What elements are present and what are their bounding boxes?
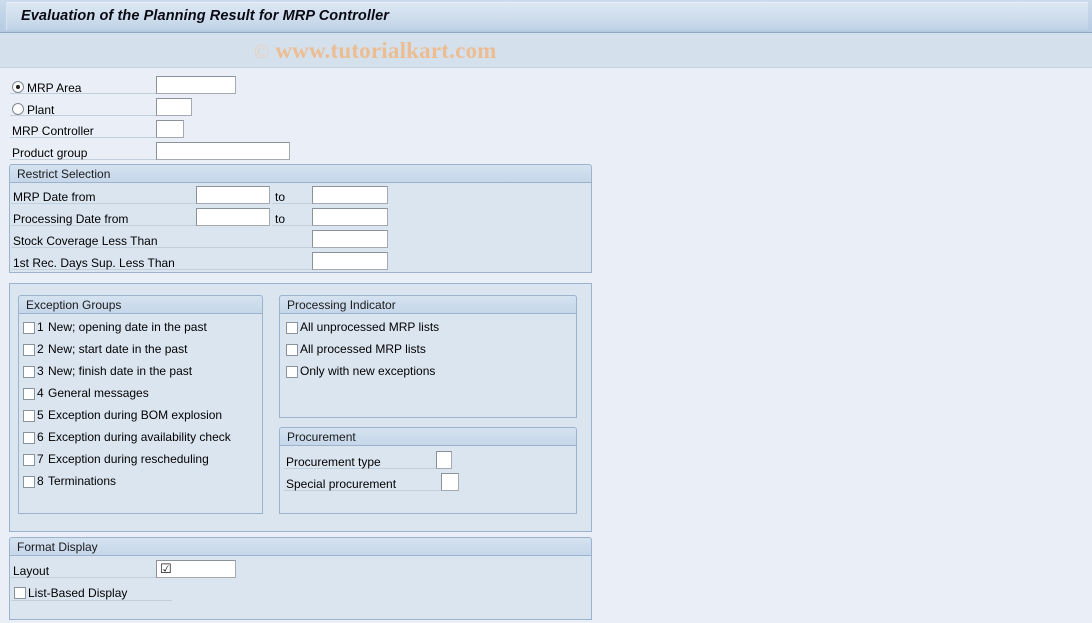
exception-5-label: Exception during BOM explosion: [48, 408, 223, 422]
exception-7-number: 7: [37, 452, 44, 466]
plant-label: Plant: [27, 103, 55, 117]
mrp-controller-label: MRP Controller: [12, 124, 94, 138]
checkbox-only-with-new-exceptions[interactable]: [286, 366, 298, 378]
all-unprocessed-mrp-lists-label: All unprocessed MRP lists: [300, 320, 440, 334]
mrp-date-from-label: MRP Date from: [13, 190, 96, 204]
radio-plant[interactable]: [12, 103, 24, 115]
exception-groups-header: Exception Groups: [18, 295, 263, 314]
plant-input[interactable]: [156, 98, 192, 116]
exception-5-number: 5: [37, 408, 44, 422]
window-title-bar: Evaluation of the Planning Result for MR…: [0, 0, 1092, 33]
watermark-text: © www.tutorialkart.com: [254, 38, 497, 64]
mrp-controller-input[interactable]: [156, 120, 184, 138]
mrp-date-to-input[interactable]: [312, 186, 388, 204]
processing-date-from-label: Processing Date from: [13, 212, 129, 226]
processing-indicator-title: Processing Indicator: [287, 298, 396, 312]
procurement-type-label: Procurement type: [286, 455, 381, 469]
only-with-new-exceptions-label: Only with new exceptions: [300, 364, 436, 378]
exception-8-label: Terminations: [48, 474, 117, 488]
restrict-selection-header: Restrict Selection: [9, 164, 592, 183]
checkbox-all-processed-mrp-lists[interactable]: [286, 344, 298, 356]
mrp-area-label: MRP Area: [27, 81, 82, 95]
mrp-date-from-input[interactable]: [196, 186, 270, 204]
exception-4-label: General messages: [48, 386, 149, 400]
special-procurement-label: Special procurement: [286, 477, 397, 491]
copyright-symbol: ©: [254, 41, 270, 63]
checkbox-exception-8[interactable]: [23, 476, 35, 488]
exception-groups-title: Exception Groups: [26, 298, 122, 312]
watermark-url: www.tutorialkart.com: [275, 38, 497, 63]
checkbox-exception-5[interactable]: [23, 410, 35, 422]
checkbox-exception-1[interactable]: [23, 322, 35, 334]
exception-2-number: 2: [37, 342, 44, 356]
mrp-date-to-label: to: [275, 190, 286, 204]
exception-1-number: 1: [37, 320, 44, 334]
checkbox-list-based-display[interactable]: [14, 587, 26, 599]
processing-date-to-input[interactable]: [312, 208, 388, 226]
all-processed-mrp-lists-label: All processed MRP lists: [300, 342, 426, 356]
exception-3-number: 3: [37, 364, 44, 378]
page-title: Evaluation of the Planning Result for MR…: [21, 8, 389, 24]
restrict-selection-title: Restrict Selection: [17, 167, 111, 181]
stock-coverage-input[interactable]: [312, 230, 388, 248]
processing-indicator-header: Processing Indicator: [279, 295, 577, 314]
checkbox-all-unprocessed-mrp-lists[interactable]: [286, 322, 298, 334]
checkbox-exception-6[interactable]: [23, 432, 35, 444]
checkbox-checked-icon: ☑: [160, 562, 172, 577]
first-rec-days-label: 1st Rec. Days Sup. Less Than: [13, 256, 175, 270]
layout-label: Layout: [13, 564, 50, 578]
exception-8-number: 8: [37, 474, 44, 488]
checkbox-exception-3[interactable]: [23, 366, 35, 378]
exception-1-label: New; opening date in the past: [48, 320, 207, 334]
layout-input[interactable]: ☑: [156, 560, 236, 578]
mrp-area-input[interactable]: [156, 76, 236, 94]
procurement-header: Procurement: [279, 427, 577, 446]
processing-date-to-label: to: [275, 212, 286, 226]
exception-6-number: 6: [37, 430, 44, 444]
exception-3-label: New; finish date in the past: [48, 364, 193, 378]
stock-coverage-label: Stock Coverage Less Than: [13, 234, 158, 248]
watermark-band: [0, 33, 1092, 68]
checkbox-exception-2[interactable]: [23, 344, 35, 356]
radio-mrp-area[interactable]: [12, 81, 24, 93]
exception-4-number: 4: [37, 386, 44, 400]
exception-7-label: Exception during rescheduling: [48, 452, 209, 466]
special-procurement-input[interactable]: [441, 473, 459, 491]
list-based-display-label: List-Based Display: [28, 586, 128, 600]
exception-2-label: New; start date in the past: [48, 342, 188, 356]
list-based-display-underline: [11, 600, 172, 601]
first-rec-days-input[interactable]: [312, 252, 388, 270]
exception-6-label: Exception during availability check: [48, 430, 231, 444]
format-display-header: Format Display: [9, 537, 592, 556]
procurement-title: Procurement: [287, 430, 356, 444]
processing-date-from-input[interactable]: [196, 208, 270, 226]
product-group-input[interactable]: [156, 142, 290, 160]
checkbox-exception-7[interactable]: [23, 454, 35, 466]
procurement-type-input[interactable]: [436, 451, 452, 469]
format-display-title: Format Display: [17, 540, 98, 554]
checkbox-exception-4[interactable]: [23, 388, 35, 400]
product-group-label: Product group: [12, 146, 88, 160]
